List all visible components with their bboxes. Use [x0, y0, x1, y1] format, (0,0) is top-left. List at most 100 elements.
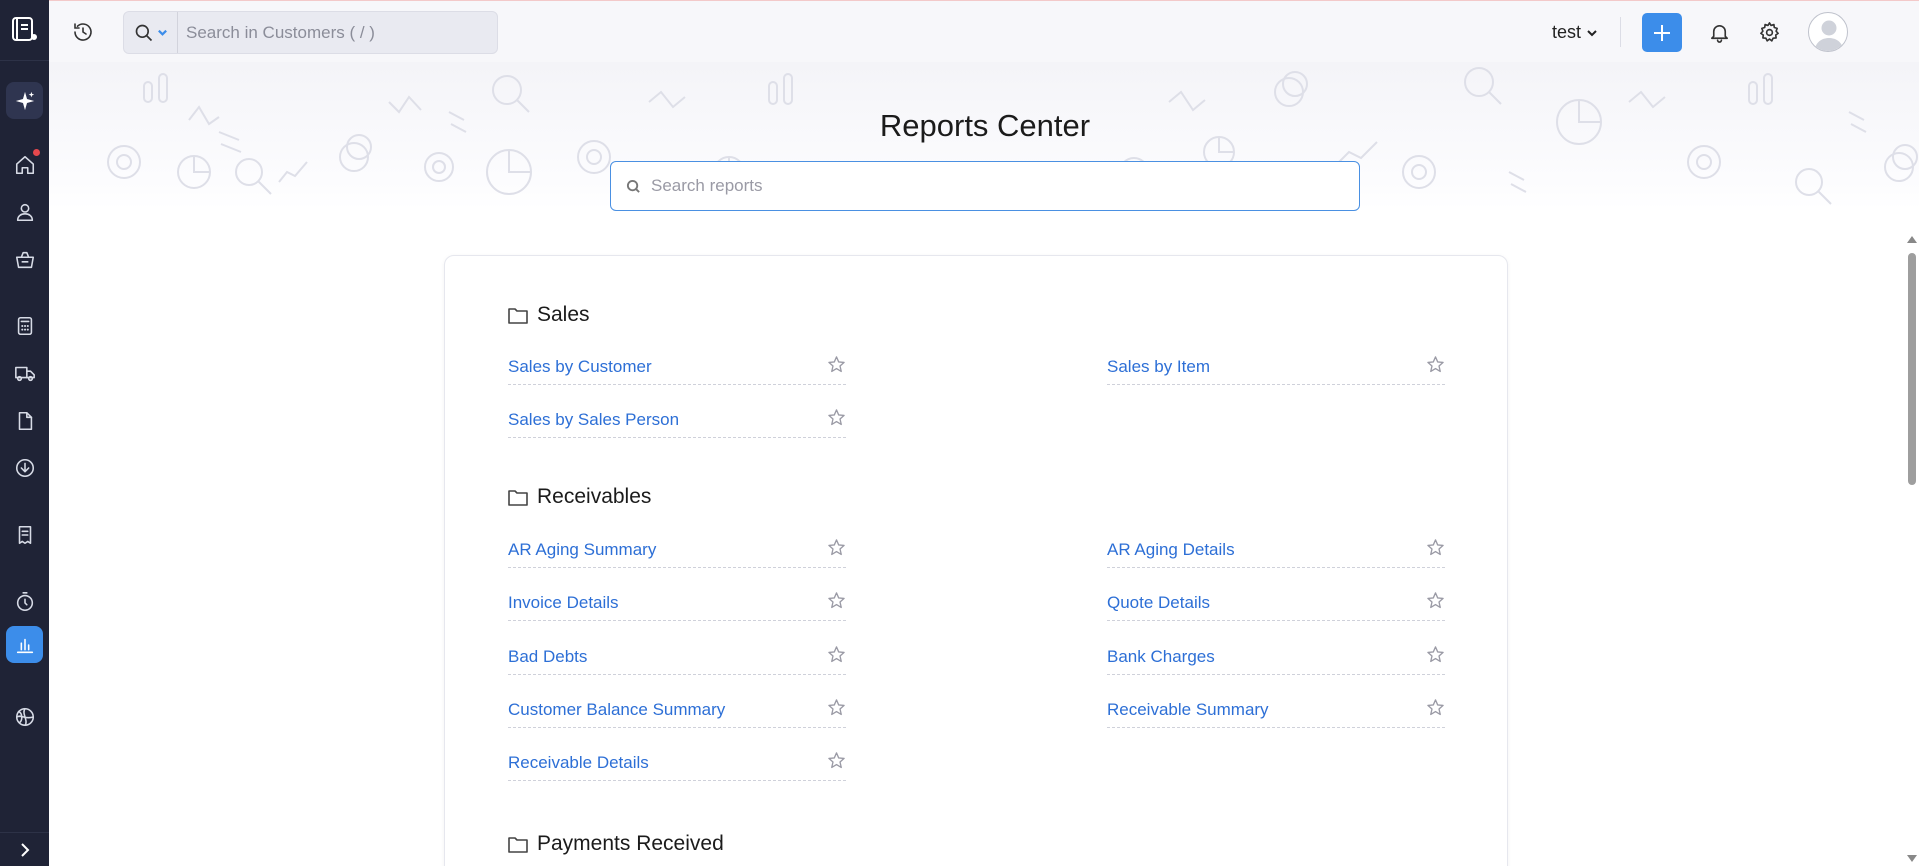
calculator-icon: [17, 316, 32, 335]
sidebar-item-documents[interactable]: [6, 402, 43, 439]
app-logo-icon[interactable]: [8, 12, 40, 46]
favorite-star-icon[interactable]: [1426, 355, 1445, 379]
truck-icon: [14, 366, 35, 381]
favorite-star-icon[interactable]: [1426, 538, 1445, 562]
org-name: test: [1552, 22, 1582, 42]
favorite-star-icon[interactable]: [827, 591, 846, 615]
report-row: Customer Balance Summary: [508, 692, 846, 728]
report-search: [610, 161, 1360, 211]
section-receivables-header: Receivables: [508, 485, 651, 509]
favorite-star-icon[interactable]: [1426, 698, 1445, 722]
global-search-input[interactable]: [178, 12, 497, 53]
report-link[interactable]: Invoice Details: [508, 593, 619, 613]
customer-icon: [16, 203, 33, 221]
sidebar-item-reports[interactable]: [6, 626, 43, 663]
report-row: Quote Details: [1107, 585, 1445, 621]
sidebar-item-home[interactable]: [6, 146, 43, 183]
report-link[interactable]: Receivable Summary: [1107, 700, 1269, 720]
sidebar-item-downloads[interactable]: [6, 449, 43, 486]
reports-icon: [16, 638, 33, 653]
receipt-icon: [18, 525, 31, 544]
scroll-thumb[interactable]: [1908, 253, 1916, 485]
sparkle-icon: [15, 91, 34, 110]
report-link[interactable]: AR Aging Details: [1107, 540, 1235, 560]
document-icon: [18, 411, 32, 430]
globe-icon: [15, 707, 34, 726]
report-row: Receivable Summary: [1107, 692, 1445, 728]
page-title: Reports Center: [879, 108, 1091, 143]
report-row: Invoice Details: [508, 585, 846, 621]
search-icon: [135, 24, 152, 41]
report-link[interactable]: Quote Details: [1107, 593, 1210, 613]
chevron-right-icon: [20, 842, 29, 857]
report-link[interactable]: Receivable Details: [508, 753, 649, 773]
report-link[interactable]: Bank Charges: [1107, 647, 1215, 667]
report-row: Bank Charges: [1107, 639, 1445, 675]
sidebar-item-items[interactable]: [6, 241, 43, 278]
sidebar-divider: [0, 60, 49, 61]
favorite-star-icon[interactable]: [827, 538, 846, 562]
favorite-star-icon[interactable]: [827, 698, 846, 722]
user-avatar[interactable]: [1808, 12, 1848, 52]
report-link[interactable]: Customer Balance Summary: [508, 700, 725, 720]
org-switcher[interactable]: test: [1552, 22, 1598, 43]
report-row: Sales by Item: [1107, 349, 1445, 385]
report-search-input[interactable]: [651, 176, 1359, 196]
plus-icon: [1654, 24, 1670, 41]
favorite-star-icon[interactable]: [827, 645, 846, 669]
reports-card: Sales Sales by Customer Sales by Item Sa…: [444, 255, 1508, 866]
report-row: Sales by Sales Person: [508, 402, 846, 438]
sidebar-item-integrations[interactable]: [6, 698, 43, 735]
page-scrollbar[interactable]: [1904, 232, 1919, 866]
folder-icon: [508, 837, 528, 853]
report-row: Sales by Customer: [508, 349, 846, 385]
section-payments-received-header: Payments Received: [508, 832, 724, 856]
notification-dot: [33, 149, 40, 156]
report-link[interactable]: Bad Debts: [508, 647, 587, 667]
report-link[interactable]: Sales by Customer: [508, 357, 652, 377]
sidebar-item-expenses[interactable]: [6, 516, 43, 553]
download-icon: [15, 458, 34, 477]
chevron-down-icon: [1587, 29, 1597, 36]
timer-icon: [16, 591, 33, 611]
search-scope-dropdown[interactable]: [124, 12, 178, 53]
favorite-star-icon[interactable]: [827, 355, 846, 379]
report-link[interactable]: Sales by Sales Person: [508, 410, 679, 430]
scroll-up-arrow[interactable]: [1907, 236, 1917, 243]
sidebar-expand-button[interactable]: [0, 832, 49, 866]
notifications-button[interactable]: [1708, 21, 1731, 44]
topbar-divider: [1620, 17, 1621, 47]
report-link[interactable]: AR Aging Summary: [508, 540, 656, 560]
history-icon: [74, 23, 92, 41]
favorite-star-icon[interactable]: [1426, 591, 1445, 615]
folder-icon: [508, 490, 528, 506]
recent-history-button[interactable]: [71, 20, 95, 44]
favorite-star-icon[interactable]: [1426, 645, 1445, 669]
sidebar-item-sales[interactable]: [6, 307, 43, 344]
section-title: Sales: [537, 303, 590, 326]
sidebar-item-purchases[interactable]: [6, 354, 43, 391]
sidebar-item-ai[interactable]: [6, 82, 43, 119]
top-bar: test: [49, 0, 1919, 62]
global-search: [123, 11, 498, 54]
sidebar-item-timesheet[interactable]: [6, 583, 43, 620]
chevron-down-icon: [157, 29, 167, 36]
settings-button[interactable]: [1758, 21, 1781, 44]
report-row: Bad Debts: [508, 639, 846, 675]
favorite-star-icon[interactable]: [827, 408, 846, 432]
folder-icon: [508, 308, 528, 324]
sidebar: [0, 0, 49, 866]
basket-icon: [15, 251, 34, 268]
gear-icon: [1760, 22, 1779, 42]
sidebar-item-customers[interactable]: [6, 193, 43, 230]
scroll-down-arrow[interactable]: [1907, 855, 1917, 862]
report-row: Receivable Details: [508, 745, 846, 781]
bell-icon: [1711, 24, 1728, 43]
section-sales-header: Sales: [508, 303, 590, 327]
quick-create-button[interactable]: [1642, 13, 1682, 52]
section-title: Payments Received: [537, 832, 724, 855]
search-icon: [626, 179, 640, 193]
favorite-star-icon[interactable]: [827, 751, 846, 775]
report-link[interactable]: Sales by Item: [1107, 357, 1210, 377]
home-icon: [15, 155, 34, 174]
